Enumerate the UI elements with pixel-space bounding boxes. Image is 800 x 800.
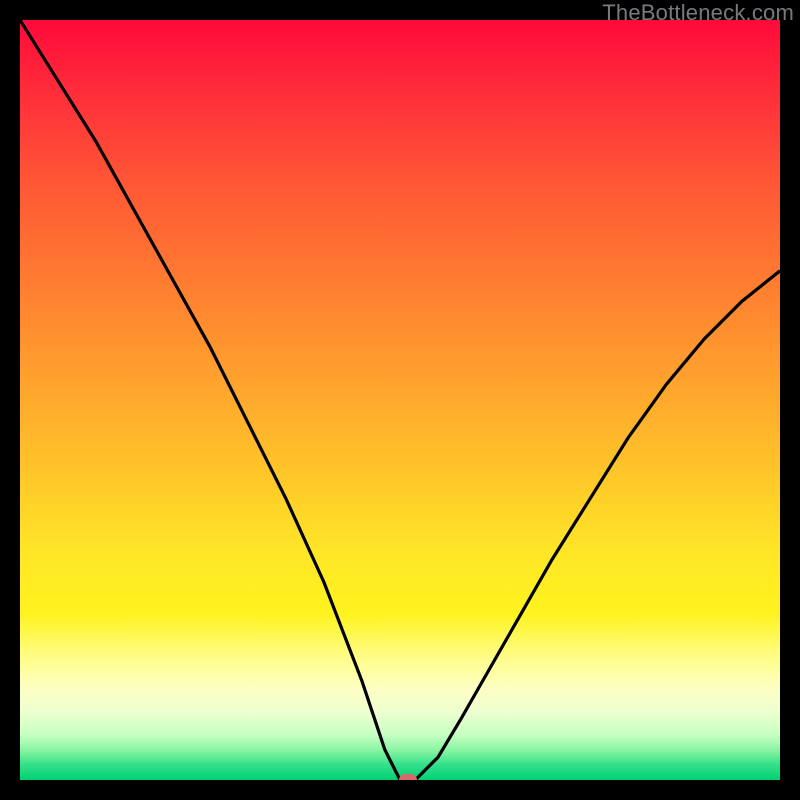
curve-path: [20, 20, 780, 780]
plot-area: [20, 20, 780, 780]
min-marker: [399, 774, 417, 780]
bottleneck-curve: [20, 20, 780, 780]
chart-frame: TheBottleneck.com: [0, 0, 800, 800]
